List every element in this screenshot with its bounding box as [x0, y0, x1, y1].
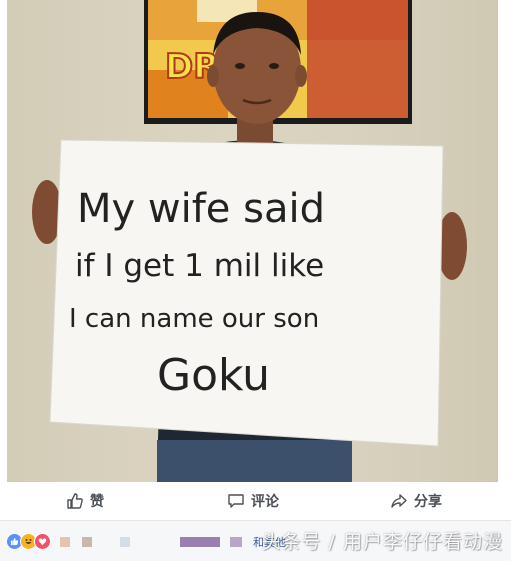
photo-illustration: DRAG My wife said if I get 1 mil like I … — [7, 0, 498, 482]
like-button[interactable]: 赞 — [66, 491, 104, 511]
handwritten-sign: My wife said if I get 1 mil like I can n… — [49, 139, 444, 447]
reactions-bar: 和其他 头条号 / 用户李仔仔看动漫 — [0, 520, 511, 561]
love-reaction-icon — [34, 533, 51, 550]
blurred-name — [180, 537, 220, 547]
reaction-icons[interactable] — [6, 533, 51, 550]
blurred-name — [120, 537, 130, 547]
share-label: 分享 — [414, 494, 442, 510]
sign-line-4: Goku — [157, 350, 270, 401]
share-button[interactable]: 分享 — [390, 491, 442, 511]
thumbs-up-icon — [67, 493, 83, 509]
source-watermark: 头条号 / 用户李仔仔看动漫 — [261, 531, 503, 553]
like-label: 赞 — [90, 494, 104, 510]
sign-line-3: I can name our son — [69, 304, 319, 334]
post-photo[interactable]: DRAG My wife said if I get 1 mil like I … — [7, 0, 498, 482]
blurred-name — [230, 537, 242, 547]
sign-line-1: My wife said — [77, 186, 325, 232]
comment-button[interactable]: 评论 — [227, 491, 279, 511]
sign-line-2: if I get 1 mil like — [75, 248, 324, 284]
post-action-bar: 赞 评论 分享 — [0, 482, 511, 520]
share-arrow-icon — [391, 494, 407, 508]
comment-label: 评论 — [251, 494, 279, 510]
blurred-name — [82, 537, 92, 547]
comment-bubble-icon — [228, 494, 244, 508]
blurred-name — [60, 537, 70, 547]
